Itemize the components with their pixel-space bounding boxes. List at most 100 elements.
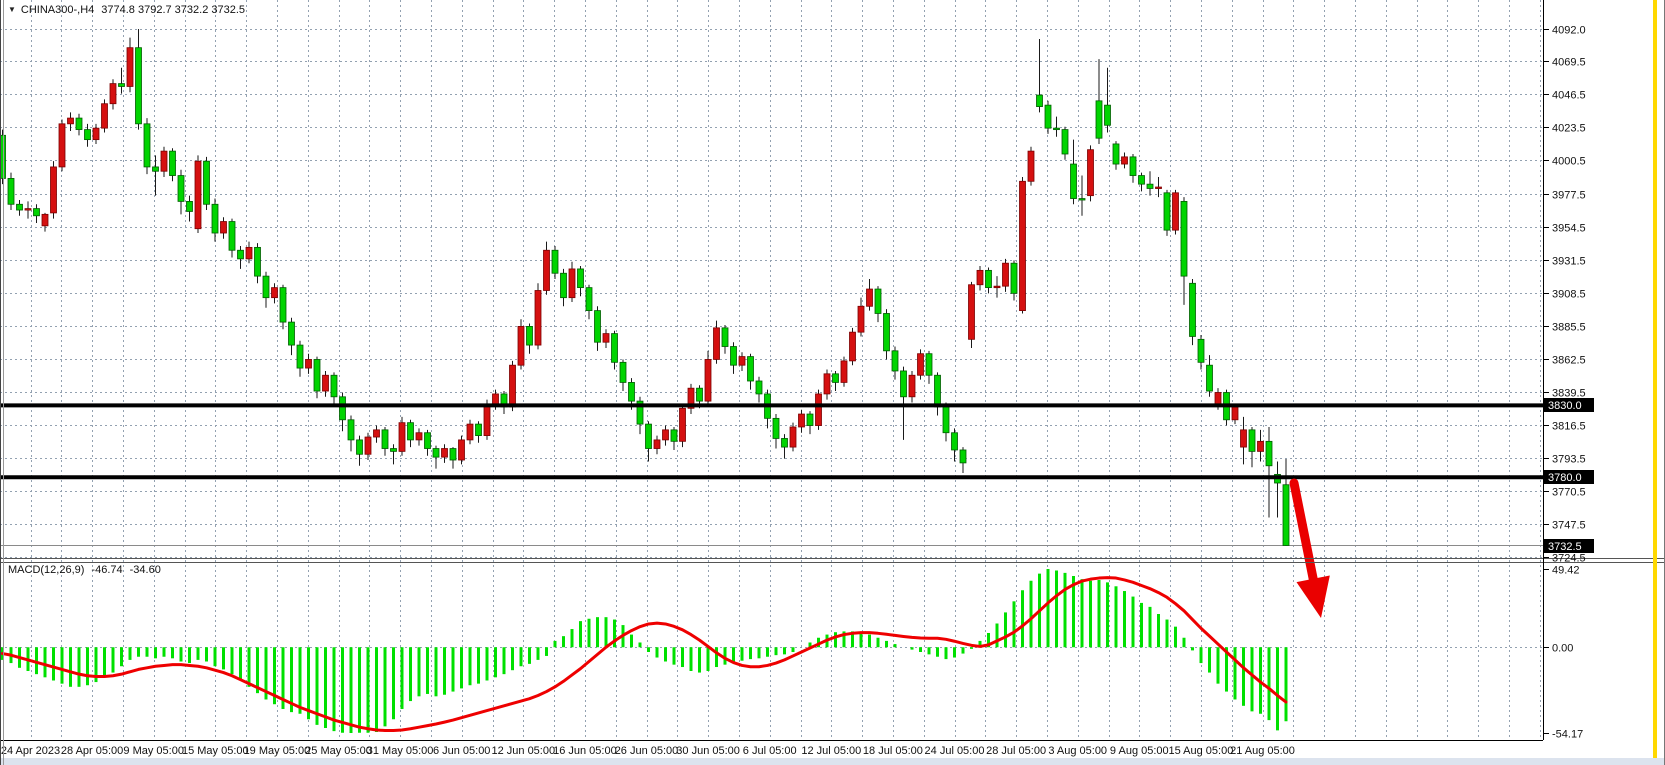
candle-bearish xyxy=(578,269,584,288)
candle-bullish xyxy=(663,430,669,440)
candle-bullish xyxy=(714,328,720,360)
candle-bullish xyxy=(858,306,864,332)
time-tick-label: 19 May 05:00 xyxy=(244,745,311,757)
candle-bearish xyxy=(1249,430,1255,452)
candle-bearish xyxy=(884,313,890,350)
candle-bearish xyxy=(986,270,992,287)
candle-bearish xyxy=(722,328,728,347)
time-tick-label: 12 Jun 05:00 xyxy=(491,745,555,757)
candle-bearish xyxy=(901,371,907,397)
candle-bearish xyxy=(875,289,881,313)
price-chart-canvas[interactable]: 4092.04069.54046.54023.54000.53977.53954… xyxy=(0,0,1665,765)
candle-bullish xyxy=(1122,157,1128,164)
candle-bullish xyxy=(93,128,99,139)
candle-bullish xyxy=(1241,430,1247,447)
candle-bearish xyxy=(595,311,601,343)
candle-bearish xyxy=(76,118,82,129)
candle-bearish xyxy=(756,381,762,394)
candle-bearish xyxy=(331,375,337,397)
price-tick-label: 3931.5 xyxy=(1552,256,1586,268)
candle-bearish xyxy=(204,161,210,204)
candle-bearish xyxy=(340,397,346,420)
candle-bearish xyxy=(178,176,184,202)
price-line-tag-text: 3780.0 xyxy=(1548,472,1582,484)
candle-bearish xyxy=(119,84,125,87)
candle-bullish xyxy=(816,394,822,426)
candle-bearish xyxy=(34,209,40,216)
time-tick-label: 28 Apr 05:00 xyxy=(61,745,123,757)
time-tick-label: 15 Aug 05:00 xyxy=(1168,745,1233,757)
candle-bearish xyxy=(255,247,261,276)
time-axis[interactable]: 24 Apr 202328 Apr 05:009 May 05:0015 May… xyxy=(1,745,1295,757)
candle-bullish xyxy=(195,161,201,229)
candle-bearish xyxy=(297,345,303,368)
candle-bullish xyxy=(994,286,1000,288)
price-tick-label: 4000.5 xyxy=(1552,156,1586,168)
candle-bearish xyxy=(731,347,737,366)
candle-bullish xyxy=(1258,441,1264,451)
candle-bullish xyxy=(1173,193,1179,230)
candle-bearish xyxy=(952,433,958,450)
candle-bullish xyxy=(680,408,686,441)
candle-bullish xyxy=(161,151,167,171)
time-tick-label: 25 May 05:00 xyxy=(305,745,372,757)
symbol-dropdown-icon[interactable]: ▼ xyxy=(8,5,16,14)
candle-bullish xyxy=(850,332,856,361)
candle-bullish xyxy=(484,404,490,436)
candle-bullish xyxy=(1156,187,1162,189)
macd-main-value: -46.74 xyxy=(91,564,122,576)
candle-bearish xyxy=(1164,193,1170,230)
candle-bullish xyxy=(867,289,873,306)
candle-bearish xyxy=(612,334,618,363)
candle-bearish xyxy=(586,288,592,311)
candle-bullish xyxy=(824,374,830,394)
candle-bearish xyxy=(552,250,558,273)
candle-bearish xyxy=(1130,157,1136,176)
candle-bearish xyxy=(748,357,754,381)
price-line-tag: 3780.0 xyxy=(1544,470,1594,484)
price-tick-label: 3839.5 xyxy=(1552,388,1586,400)
candle-bullish xyxy=(246,247,252,258)
candle-bearish xyxy=(773,418,779,438)
candle-bearish xyxy=(212,204,218,233)
candle-bullish xyxy=(416,433,422,440)
candle-bullish xyxy=(459,440,465,460)
candle-bearish xyxy=(561,273,567,297)
candle-bearish xyxy=(1045,105,1051,128)
candle-bullish xyxy=(841,361,847,383)
window-bottom-strip xyxy=(0,758,1665,765)
time-tick-label: 18 Jul 05:00 xyxy=(863,745,923,757)
candle-bearish xyxy=(314,359,320,391)
candle-bearish xyxy=(280,288,286,322)
candle-bearish xyxy=(1071,164,1077,198)
price-line-tag-text: 3830.0 xyxy=(1548,400,1582,412)
price-tick-label: 3724.5 xyxy=(1552,553,1586,565)
candle-bearish xyxy=(807,414,813,425)
candle-bullish xyxy=(1020,181,1026,310)
candle-bullish xyxy=(799,414,805,427)
candle-bearish xyxy=(1283,485,1289,546)
candle-bearish xyxy=(629,382,635,401)
candle-bearish xyxy=(527,326,533,345)
candle-bearish xyxy=(425,433,431,449)
candle-bearish xyxy=(1266,441,1272,465)
candle-bearish xyxy=(450,449,456,460)
candle-bullish xyxy=(323,375,329,391)
candle-bearish xyxy=(357,440,363,454)
candle-bullish xyxy=(272,288,278,298)
macd-signal-value: -34.60 xyxy=(130,564,161,576)
price-tick-label: 4023.5 xyxy=(1552,123,1586,135)
candle-bearish xyxy=(153,167,159,171)
candle-bearish xyxy=(1147,184,1153,188)
symbol-title: ▼CHINA300-,H43774.8 3792.7 3732.2 3732.5 xyxy=(8,4,245,16)
candle-bearish xyxy=(382,430,388,449)
candle-bullish xyxy=(705,359,711,401)
candle-bullish xyxy=(977,270,983,284)
price-tick-label: 4046.5 xyxy=(1552,90,1586,102)
candle-bearish xyxy=(1096,101,1102,138)
candle-bearish xyxy=(1139,176,1145,185)
candle-bullish xyxy=(365,437,371,454)
candle-bearish xyxy=(238,250,244,259)
price-tick-label: 3908.5 xyxy=(1552,289,1586,301)
candle-bearish xyxy=(1113,144,1119,164)
